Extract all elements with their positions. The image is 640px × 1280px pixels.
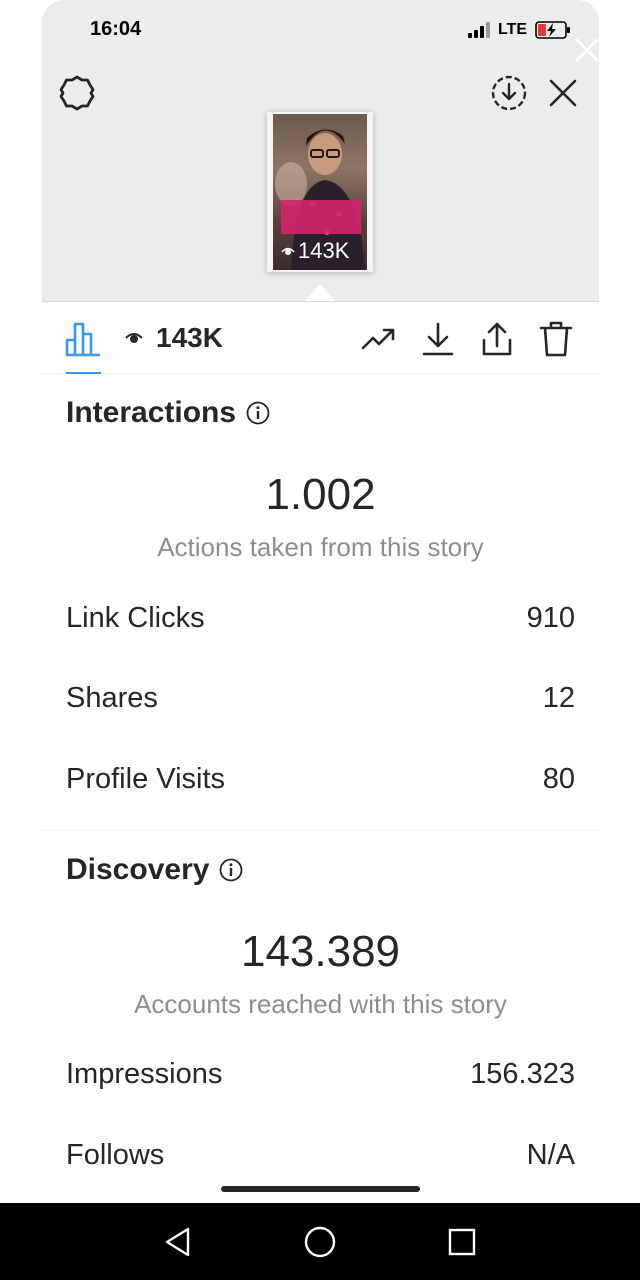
status-bar: 16:04 LTE: [42, 0, 599, 60]
stat-label: Profile Visits: [66, 762, 226, 795]
info-icon[interactable]: [246, 401, 270, 425]
stat-row-shares: Shares 12: [66, 678, 575, 718]
interactions-caption: Actions taken from this story: [157, 532, 484, 562]
status-icons: LTE: [467, 18, 571, 42]
stat-value: N/A: [526, 1138, 575, 1171]
status-time: 16:04: [90, 18, 142, 40]
recents-button[interactable]: [441, 1221, 483, 1263]
interactions-total: 1.002: [265, 470, 376, 519]
save-story-button[interactable]: [488, 72, 530, 114]
thumbnail-pointer: [305, 284, 335, 301]
interactions-title: Interactions: [66, 396, 237, 429]
stat-value: 12: [542, 681, 575, 714]
battery-charging-icon: [535, 21, 570, 39]
stat-row-impressions: Impressions 156.323: [66, 1054, 575, 1094]
stat-label: Link Clicks: [66, 601, 205, 634]
story-header-area: 16:04 LTE 143K: [42, 0, 599, 301]
stat-value: 80: [542, 762, 575, 795]
home-icon: [304, 1226, 336, 1258]
promote-button[interactable]: [360, 320, 398, 358]
bar-chart-icon: [65, 322, 100, 357]
discovery-title: Discovery: [66, 853, 210, 886]
eye-icon: [281, 247, 295, 255]
android-nav-bar: [0, 1203, 640, 1280]
thumbnail-views: 143K: [281, 238, 349, 264]
stat-value: 910: [526, 601, 575, 634]
insights-tab[interactable]: [64, 320, 102, 358]
home-indicator[interactable]: [221, 1186, 420, 1192]
eye-icon: [125, 333, 143, 343]
stat-row-link-clicks: Link Clicks 910: [66, 598, 575, 638]
trend-icon: [361, 328, 395, 350]
corner-close-icon: [575, 38, 599, 62]
discovery-caption: Accounts reached with this story: [134, 989, 507, 1019]
settings-button[interactable]: [56, 72, 98, 114]
download-button[interactable]: [419, 320, 457, 358]
gear-icon: [59, 75, 95, 111]
signal-icon: [467, 22, 490, 38]
close-icon: [549, 79, 577, 107]
active-tab-indicator: [66, 372, 101, 374]
views-counter: 143K: [124, 322, 223, 354]
download-circle-icon: [491, 75, 527, 111]
network-label: LTE: [497, 21, 527, 38]
story-thumbnail-image: 143K: [273, 114, 367, 270]
section-divider: [42, 830, 599, 831]
download-icon: [422, 322, 454, 356]
stat-value: 156.323: [470, 1057, 575, 1090]
stat-row-profile-visits: Profile Visits 80: [66, 759, 575, 799]
stat-label: Impressions: [66, 1057, 223, 1090]
stat-label: Follows: [66, 1138, 165, 1171]
discovery-total: 143.389: [240, 927, 401, 976]
phone-screen: 16:04 LTE 143K 143K Interactions 1.002 A…: [42, 0, 599, 1203]
delete-button[interactable]: [537, 320, 575, 358]
close-button[interactable]: [542, 72, 584, 114]
story-text-overlay: [281, 200, 361, 234]
home-button[interactable]: [299, 1221, 341, 1263]
discovery-heading: Discovery: [66, 853, 243, 887]
views-count: 143K: [156, 322, 223, 353]
interactions-heading: Interactions: [66, 396, 270, 430]
share-button[interactable]: [478, 320, 516, 358]
thumbnail-views-count: 143K: [298, 238, 350, 263]
recents-icon: [448, 1228, 476, 1256]
trash-icon: [539, 321, 573, 357]
insights-toolbar: 143K: [42, 301, 599, 374]
stat-label: Shares: [66, 681, 158, 714]
share-icon: [482, 322, 512, 356]
stat-row-follows: Follows N/A: [66, 1135, 575, 1175]
back-icon: [165, 1227, 190, 1257]
info-icon[interactable]: [219, 858, 243, 882]
back-button[interactable]: [157, 1221, 199, 1263]
story-thumbnail[interactable]: 143K: [267, 112, 373, 272]
